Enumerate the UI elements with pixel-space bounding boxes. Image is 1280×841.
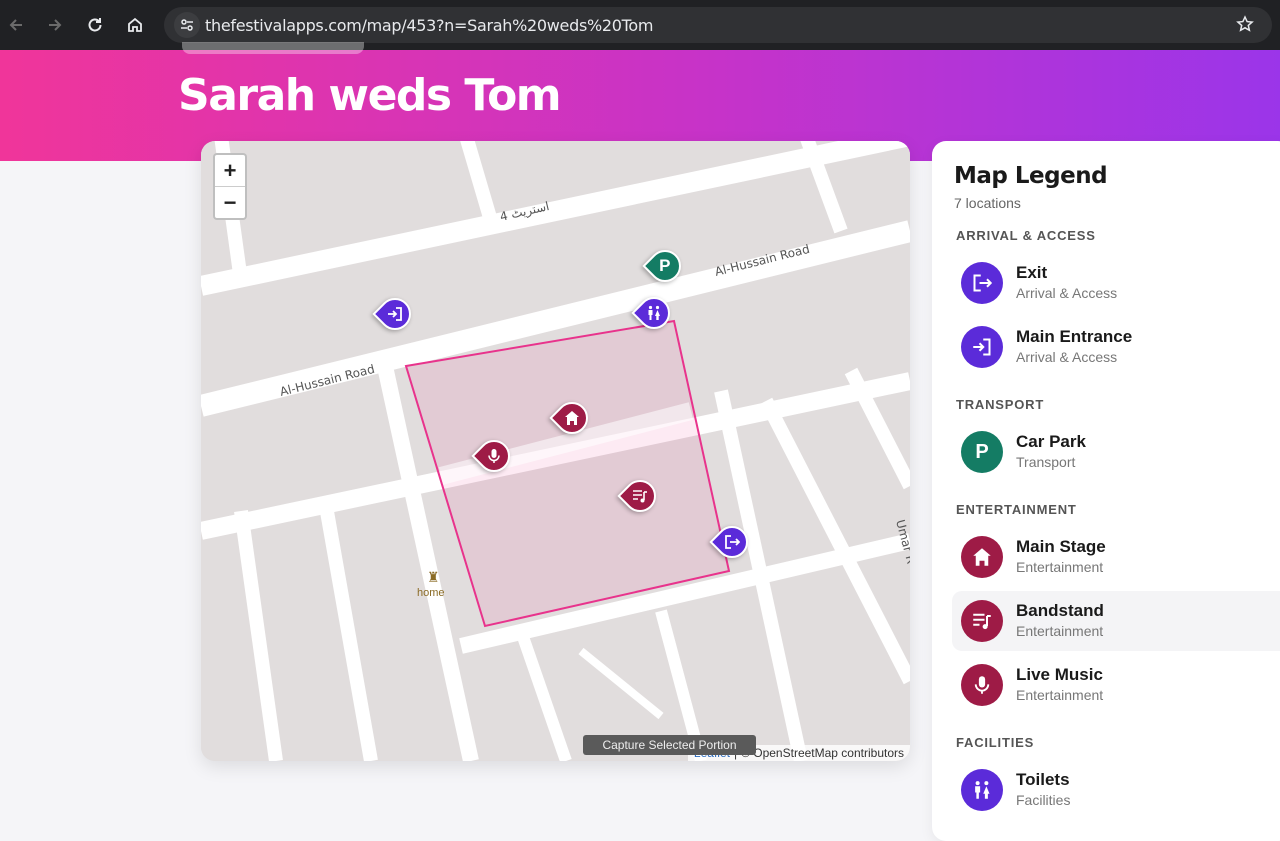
stage-icon bbox=[565, 411, 579, 425]
map-tiles: استریٹ 4 Al-Hussain Road Al-Hussain Road… bbox=[201, 141, 910, 761]
home-icon bbox=[128, 17, 142, 32]
music-list-icon bbox=[633, 490, 647, 503]
legend-item-name: Car Park bbox=[1016, 432, 1086, 451]
parking-letter: P bbox=[659, 256, 671, 275]
locations-count: 7 locations bbox=[954, 195, 1021, 211]
legend-item-main-entrance[interactable]: Main Entrance Arrival & Access bbox=[952, 317, 1280, 377]
url-text[interactable]: thefestivalapps.com/map/453?n=Sarah%20we… bbox=[205, 16, 653, 35]
stage-icon bbox=[961, 536, 1003, 578]
header-tab-stub bbox=[182, 42, 364, 54]
legend-item-category: Transport bbox=[1016, 454, 1076, 470]
legend-item-main-stage[interactable]: Main Stage Entertainment bbox=[952, 527, 1280, 587]
legend-item-name: Toilets bbox=[1016, 770, 1070, 789]
legend-item-name: Exit bbox=[1016, 263, 1048, 282]
reload-icon bbox=[88, 18, 102, 32]
site-info-icon[interactable] bbox=[174, 12, 200, 38]
microphone-icon bbox=[961, 664, 1003, 706]
zoom-in-button[interactable]: + bbox=[215, 155, 245, 186]
toilets-icon bbox=[961, 769, 1003, 811]
forward-button[interactable] bbox=[42, 12, 68, 38]
section-arrival-access: ARRIVAL & ACCESS bbox=[956, 228, 1096, 243]
page-title: Sarah weds Tom bbox=[178, 70, 562, 121]
legend-item-name: Live Music bbox=[1016, 665, 1103, 684]
entrance-icon bbox=[961, 326, 1003, 368]
home-button[interactable] bbox=[122, 12, 148, 38]
address-bar[interactable]: thefestivalapps.com/map/453?n=Sarah%20we… bbox=[164, 7, 1272, 43]
capture-tooltip: Capture Selected Portion bbox=[583, 735, 756, 755]
legend-title: Map Legend bbox=[954, 163, 1108, 189]
legend-item-toilets[interactable]: Toilets Facilities bbox=[952, 760, 1280, 820]
toilets-icon bbox=[648, 305, 660, 320]
entrance-icon bbox=[388, 307, 402, 321]
map-legend-panel: Map Legend 7 locations ARRIVAL & ACCESS … bbox=[932, 141, 1280, 841]
home-poi-icon: ♜ bbox=[427, 569, 440, 585]
legend-item-live-music[interactable]: Live Music Entertainment bbox=[952, 655, 1280, 715]
legend-item-category: Arrival & Access bbox=[1016, 349, 1118, 365]
exit-icon bbox=[725, 535, 740, 549]
legend-item-name: Bandstand bbox=[1016, 601, 1104, 620]
section-transport: TRANSPORT bbox=[956, 397, 1045, 412]
exit-icon bbox=[961, 262, 1003, 304]
zoom-controls: + − bbox=[213, 153, 247, 220]
osm-attribution[interactable]: © OpenStreetMap contributors bbox=[741, 746, 904, 760]
zoom-out-button[interactable]: − bbox=[215, 186, 245, 218]
back-button[interactable] bbox=[3, 12, 29, 38]
legend-item-name: Main Entrance bbox=[1016, 327, 1133, 346]
legend-item-category: Arrival & Access bbox=[1016, 285, 1118, 301]
legend-item-exit[interactable]: Exit Arrival & Access bbox=[952, 253, 1280, 313]
reload-button[interactable] bbox=[82, 12, 108, 38]
legend-item-category: Entertainment bbox=[1016, 623, 1104, 639]
forward-arrow-icon bbox=[49, 19, 62, 31]
legend-item-category: Entertainment bbox=[1016, 559, 1104, 575]
music-list-icon bbox=[961, 600, 1003, 642]
legend-item-category: Facilities bbox=[1016, 792, 1071, 808]
parking-icon: P bbox=[961, 431, 1003, 473]
section-facilities: FACILITIES bbox=[956, 735, 1035, 750]
legend-item-bandstand[interactable]: Bandstand Entertainment bbox=[952, 591, 1280, 651]
back-arrow-icon bbox=[9, 19, 22, 31]
home-poi-label: home bbox=[417, 587, 445, 599]
legend-item-car-park[interactable]: P Car Park Transport bbox=[952, 422, 1280, 482]
section-entertainment: ENTERTAINMENT bbox=[956, 502, 1077, 517]
microphone-icon bbox=[488, 449, 500, 463]
bookmark-star-icon[interactable] bbox=[1236, 15, 1254, 38]
legend-item-name: Main Stage bbox=[1016, 537, 1106, 556]
venue-map[interactable]: استریٹ 4 Al-Hussain Road Al-Hussain Road… bbox=[201, 141, 910, 761]
legend-item-category: Entertainment bbox=[1016, 687, 1104, 703]
